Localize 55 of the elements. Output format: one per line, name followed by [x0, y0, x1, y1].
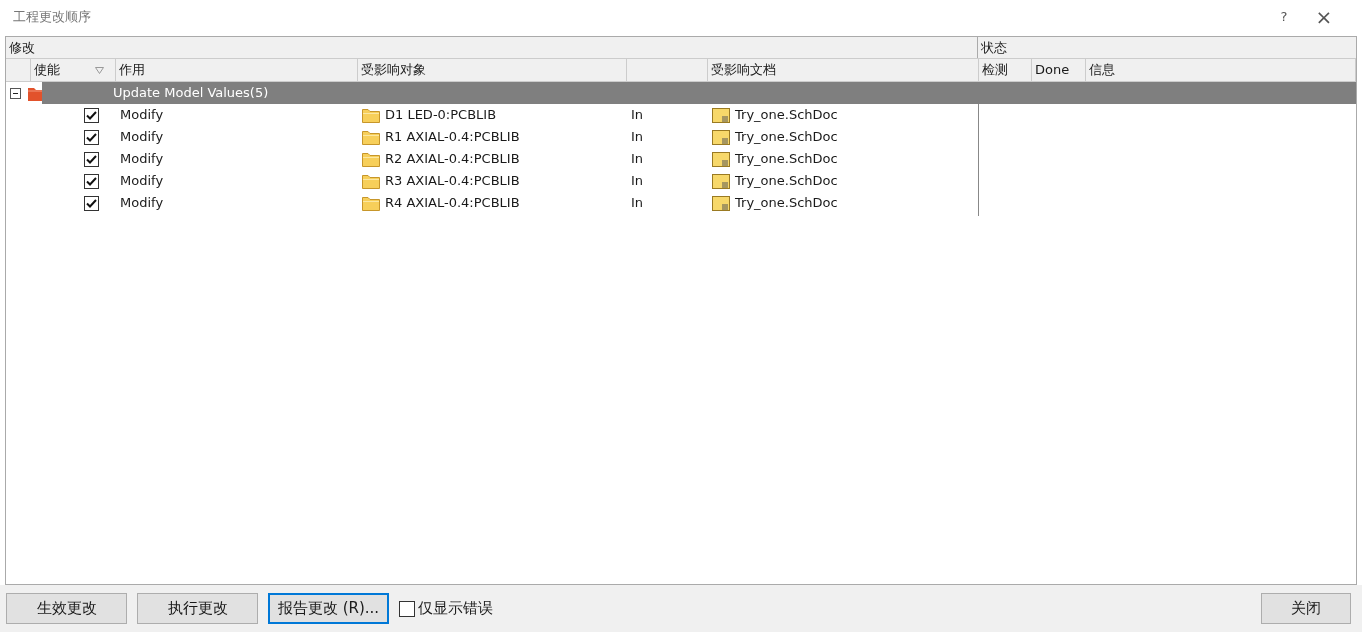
close-button[interactable]: ×: [1299, 7, 1349, 27]
table-cell: In: [631, 195, 644, 211]
folder-icon: [362, 129, 380, 145]
action-button[interactable]: 报告更改 (R)...: [268, 593, 389, 624]
table-cell: In: [631, 129, 644, 145]
table-cell-text: R1 AXIAL-0.4:PCBLIB: [385, 128, 520, 147]
checkbox[interactable]: [84, 107, 99, 123]
table-cell-text: R3 AXIAL-0.4:PCBLIB: [385, 172, 520, 191]
checkbox[interactable]: [399, 600, 415, 617]
column-header[interactable]: 作用: [119, 59, 145, 81]
table-cell: In: [631, 151, 644, 167]
close-dialog-button[interactable]: 关闭: [1261, 593, 1351, 624]
table-cell-text: R2 AXIAL-0.4:PCBLIB: [385, 150, 520, 169]
checkbox[interactable]: [84, 151, 99, 167]
table-cell: In: [631, 173, 644, 189]
table-cell: Modify: [120, 151, 164, 167]
group-row[interactable]: Update Model Values(5): [42, 82, 1356, 104]
column-group-header: 修改: [6, 37, 978, 58]
table-cell-text: R4 AXIAL-0.4:PCBLIB: [385, 194, 520, 213]
column-header[interactable]: Done: [1035, 59, 1070, 81]
checkbox[interactable]: [84, 129, 99, 145]
table-cell-text: D1 LED-0:PCBLIB: [385, 106, 497, 125]
table-cell: Modify: [120, 173, 164, 189]
folder-icon: [362, 107, 380, 123]
column-header[interactable]: 检测: [982, 59, 1008, 81]
checkbox-label: 仅显示错误: [418, 598, 493, 620]
table-cell: In: [631, 107, 644, 123]
action-button[interactable]: 生效更改: [6, 593, 127, 624]
column-header[interactable]: 受影响对象: [361, 59, 426, 81]
table-cell: Modify: [120, 129, 164, 145]
help-button[interactable]: ?: [1269, 7, 1299, 27]
column-group-header: 状态: [980, 39, 1008, 57]
table-cell: Modify: [120, 195, 164, 211]
table-cell-text: Try_one.SchDoc: [735, 128, 838, 147]
document-icon: [712, 107, 730, 123]
checkbox[interactable]: [84, 173, 99, 189]
collapse-toggle[interactable]: [10, 87, 21, 99]
folder-icon: [362, 151, 380, 167]
table-cell-text: Try_one.SchDoc: [735, 150, 838, 169]
document-icon: [712, 151, 730, 167]
column-header[interactable]: 信息: [1089, 59, 1115, 81]
document-icon: [712, 173, 730, 189]
column-header[interactable]: 使能: [34, 59, 60, 81]
folder-icon: [362, 173, 380, 189]
table-cell-text: Try_one.SchDoc: [735, 194, 838, 213]
table-cell-text: Try_one.SchDoc: [735, 106, 838, 125]
table-cell: Modify: [120, 107, 164, 123]
folder-icon: [362, 195, 380, 211]
table-cell-text: Try_one.SchDoc: [735, 172, 838, 191]
document-icon: [712, 129, 730, 145]
document-icon: [712, 195, 730, 211]
checkbox[interactable]: [84, 195, 99, 211]
window-title: 工程更改顺序: [13, 8, 91, 27]
column-header[interactable]: 受影响文档: [711, 59, 776, 81]
action-button[interactable]: 执行更改: [137, 593, 258, 624]
